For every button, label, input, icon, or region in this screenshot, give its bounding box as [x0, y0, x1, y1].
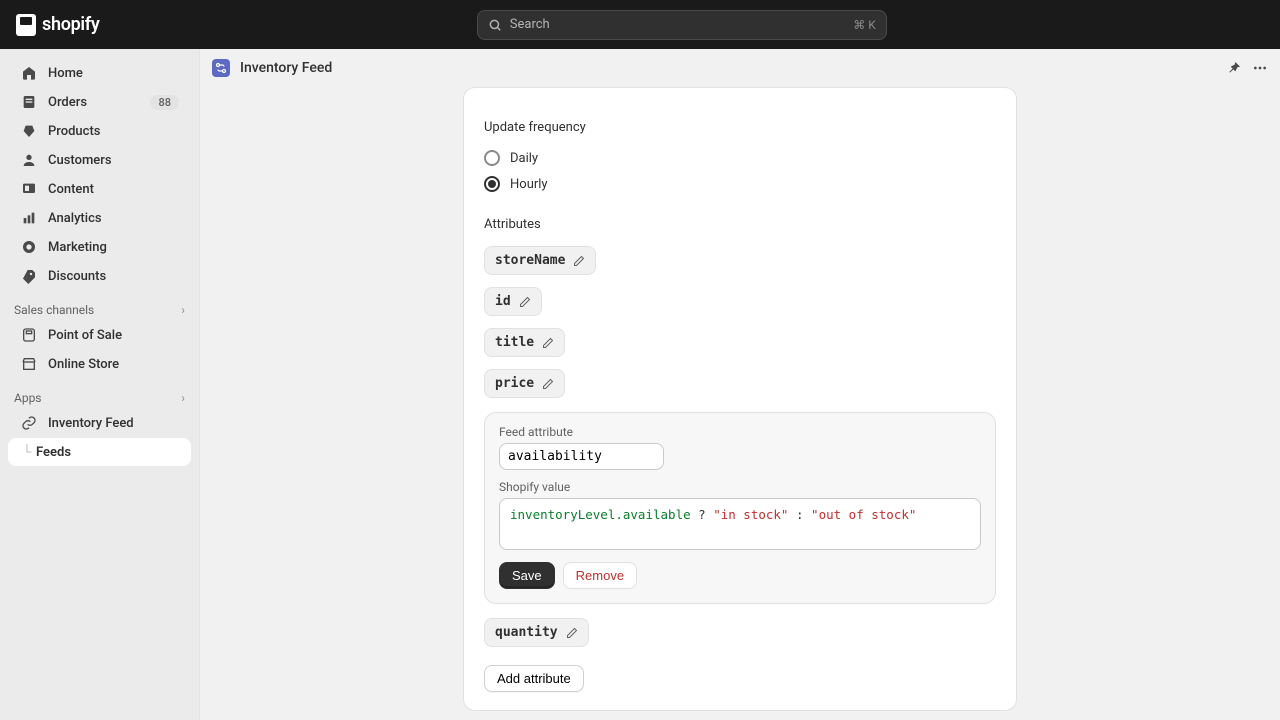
- attribute-name: price: [495, 376, 534, 391]
- products-icon: [20, 122, 38, 140]
- sidebar-item-label: Online Store: [48, 357, 179, 372]
- sidebar-item-products[interactable]: Products: [8, 117, 191, 145]
- code-token: ?: [691, 507, 714, 522]
- attribute-chip[interactable]: id: [484, 287, 542, 316]
- edit-icon: [519, 296, 531, 308]
- attribute-name: title: [495, 335, 534, 350]
- sidebar-item-label: Customers: [48, 153, 179, 168]
- customers-icon: [20, 151, 38, 169]
- tree-connector-icon: └: [18, 444, 36, 460]
- attribute-name: storeName: [495, 253, 565, 268]
- sales-channels-label: Sales channels: [14, 303, 94, 317]
- attribute-chip[interactable]: storeName: [484, 246, 596, 275]
- discounts-icon: [20, 267, 38, 285]
- shopify-value-input[interactable]: inventoryLevel.available ? "in stock" : …: [499, 498, 981, 550]
- code-token: "in stock": [713, 507, 788, 522]
- pin-icon[interactable]: [1226, 60, 1242, 76]
- radio-label: Daily: [510, 151, 538, 166]
- shopify-logo[interactable]: shopify: [16, 14, 100, 36]
- orders-icon: [20, 93, 38, 111]
- add-attribute-button[interactable]: Add attribute: [484, 665, 584, 692]
- pos-icon: [20, 326, 38, 344]
- sidebar-item-home[interactable]: Home: [8, 59, 191, 87]
- sidebar-subitem-feeds[interactable]: └ Feeds: [8, 438, 191, 466]
- edit-icon: [542, 337, 554, 349]
- edit-icon: [573, 255, 585, 267]
- sidebar-item-orders[interactable]: Orders 88: [8, 88, 191, 116]
- search-placeholder: Search: [510, 17, 550, 32]
- more-icon[interactable]: [1252, 60, 1268, 76]
- feed-options-card: Feed options Update frequency Daily Hour…: [463, 87, 1017, 711]
- sidebar-item-label: Inventory Feed: [48, 416, 179, 431]
- radio-icon: [484, 150, 500, 166]
- sidebar-item-customers[interactable]: Customers: [8, 146, 191, 174]
- attribute-name: quantity: [495, 625, 558, 640]
- sidebar-item-label: Products: [48, 124, 179, 139]
- sidebar-item-marketing[interactable]: Marketing: [8, 233, 191, 261]
- main-scroll[interactable]: Feed options Update frequency Daily Hour…: [200, 87, 1280, 720]
- sidebar-item-analytics[interactable]: Analytics: [8, 204, 191, 232]
- radio-label: Hourly: [510, 177, 548, 192]
- apps-label: Apps: [14, 391, 42, 405]
- topbar: shopify Search ⌘ K: [0, 0, 1280, 49]
- search-input[interactable]: Search ⌘ K: [477, 10, 887, 40]
- content-icon: [20, 180, 38, 198]
- attributes-label: Attributes: [484, 217, 996, 232]
- search-icon: [488, 18, 502, 32]
- sidebar-item-pos[interactable]: Point of Sale: [8, 321, 191, 349]
- marketing-icon: [20, 238, 38, 256]
- attribute-chip[interactable]: title: [484, 328, 565, 357]
- home-icon: [20, 64, 38, 82]
- search-shortcut: ⌘ K: [853, 18, 876, 32]
- sidebar-item-label: Orders: [48, 95, 140, 110]
- store-icon: [20, 355, 38, 373]
- chevron-right-icon: ›: [181, 303, 185, 317]
- sidebar-item-label: Content: [48, 182, 179, 197]
- sidebar-item-online-store[interactable]: Online Store: [8, 350, 191, 378]
- sidebar-item-discounts[interactable]: Discounts: [8, 262, 191, 290]
- analytics-icon: [20, 209, 38, 227]
- attribute-name: id: [495, 294, 511, 309]
- attribute-chip[interactable]: price: [484, 369, 565, 398]
- page-title: Inventory Feed: [240, 60, 1226, 76]
- sidebar-item-label: Home: [48, 66, 179, 81]
- sidebar-subitem-label: Feeds: [36, 445, 71, 460]
- edit-icon: [542, 378, 554, 390]
- logo-text: shopify: [42, 14, 100, 35]
- update-frequency-label: Update frequency: [484, 120, 996, 135]
- logo-mark-icon: [16, 14, 36, 36]
- feed-attribute-input[interactable]: [499, 443, 664, 470]
- sidebar: Home Orders 88 Products Customers Conten…: [0, 49, 200, 720]
- radio-daily[interactable]: Daily: [484, 145, 996, 171]
- app-icon: [212, 59, 230, 77]
- attribute-list: storeName id title price Feed attribute: [484, 242, 996, 651]
- save-button[interactable]: Save: [499, 562, 555, 589]
- sidebar-item-label: Marketing: [48, 240, 179, 255]
- edit-icon: [566, 627, 578, 639]
- attribute-chip[interactable]: quantity: [484, 618, 589, 647]
- shopify-value-label: Shopify value: [499, 480, 981, 494]
- link-icon: [20, 414, 38, 432]
- radio-icon: [484, 176, 500, 192]
- sidebar-item-label: Point of Sale: [48, 328, 179, 343]
- sidebar-item-inventory-feed[interactable]: Inventory Feed: [8, 409, 191, 437]
- sidebar-item-label: Discounts: [48, 269, 179, 284]
- sidebar-item-label: Analytics: [48, 211, 179, 226]
- chevron-right-icon: ›: [181, 391, 185, 405]
- page-header: Inventory Feed: [200, 49, 1280, 87]
- code-token: "out of stock": [811, 507, 916, 522]
- code-token: :: [788, 507, 811, 522]
- attribute-editor: Feed attribute Shopify value inventoryLe…: [484, 412, 996, 604]
- radio-hourly[interactable]: Hourly: [484, 171, 996, 197]
- apps-heading[interactable]: Apps ›: [0, 379, 199, 409]
- remove-button[interactable]: Remove: [563, 562, 637, 589]
- code-token: inventoryLevel.available: [510, 507, 691, 522]
- sidebar-item-content[interactable]: Content: [8, 175, 191, 203]
- orders-badge: 88: [150, 95, 179, 110]
- sales-channels-heading[interactable]: Sales channels ›: [0, 291, 199, 321]
- feed-attribute-label: Feed attribute: [499, 425, 981, 439]
